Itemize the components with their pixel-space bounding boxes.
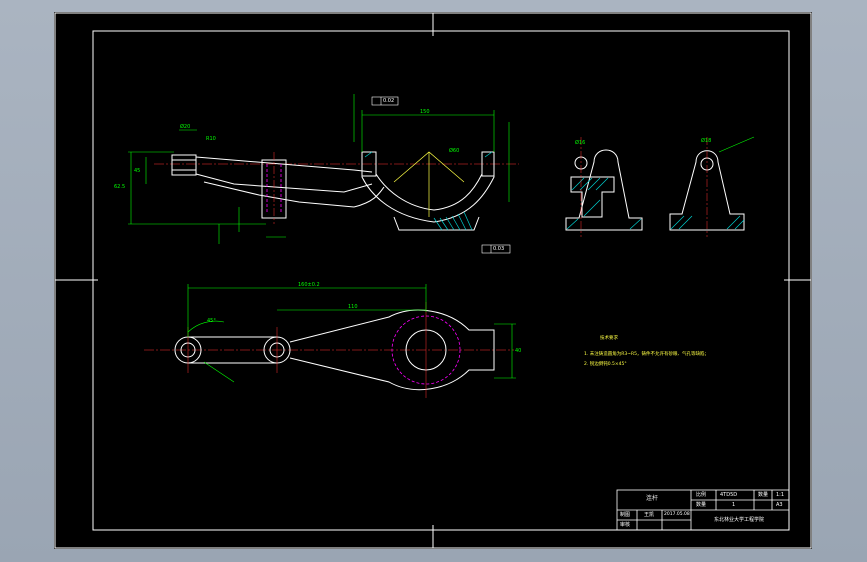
dim-lower-mid: 110 xyxy=(348,304,358,310)
dim-top-left-a: Ø20 xyxy=(180,124,191,130)
tech-req-title: 技术要求 xyxy=(600,336,618,341)
dim-lower-span: 160±0.2 xyxy=(298,282,320,288)
side-view-a xyxy=(565,137,643,237)
tb-part-name: 连杆 xyxy=(646,495,659,502)
side-view-b xyxy=(669,136,755,237)
dim-small-angle: 45° xyxy=(207,318,216,324)
centering-marks xyxy=(55,13,811,548)
drawing-sheet[interactable]: 150 Ø20 R10 Ø60 45 62.5 160±0.2 110 40 4… xyxy=(54,12,812,549)
tb-designer: 王凯 xyxy=(644,512,655,518)
tech-req-item-2: 2. 锐边倒钝0.5×45° xyxy=(584,362,627,367)
dim-right-small-1: Ø16 xyxy=(575,140,586,146)
cad-viewport[interactable]: 150 Ø20 R10 Ø60 45 62.5 160±0.2 110 40 4… xyxy=(0,0,867,562)
dim-left-height: 45 xyxy=(134,168,141,174)
tb-reviewer-label: 审核 xyxy=(620,522,631,528)
drawing-canvas xyxy=(54,12,812,549)
dim-overall-height: 62.5 xyxy=(114,184,126,190)
tol-box-2: 0.03 xyxy=(493,246,505,252)
tb-scale-value: 1:1 xyxy=(776,492,785,498)
tech-req-item-1: 1. 未注铸造圆角为R3~R5，铸件不允许有砂眼、气孔等缺陷； xyxy=(584,352,709,357)
tb-drawing-no: 4TD5D xyxy=(720,492,738,498)
sheet-border xyxy=(54,12,812,549)
top-view xyxy=(144,284,516,398)
tb-designer-label: 制图 xyxy=(620,512,631,518)
dim-hub-dia: Ø60 xyxy=(449,148,460,154)
dim-top-left-b: R10 xyxy=(206,136,216,142)
tb-qty-label: 数量 xyxy=(758,492,769,498)
tb-scale-label: 比例 xyxy=(696,492,707,498)
front-view xyxy=(128,94,519,254)
tb-sheet: A3 xyxy=(776,502,783,508)
dim-lower-height: 40 xyxy=(515,348,522,354)
tb-qty-value: 1 xyxy=(732,502,736,508)
inner-frame xyxy=(92,30,790,531)
tb-qty-label-2: 数量 xyxy=(696,502,707,508)
dim-right-small-2: Ø18 xyxy=(701,138,712,144)
tb-school: 东北林业大学工程学院 xyxy=(714,517,765,523)
dim-top-span: 150 xyxy=(420,109,430,115)
tol-box-1: 0.02 xyxy=(383,98,395,104)
tb-date: 2017.05.08 xyxy=(664,512,690,517)
